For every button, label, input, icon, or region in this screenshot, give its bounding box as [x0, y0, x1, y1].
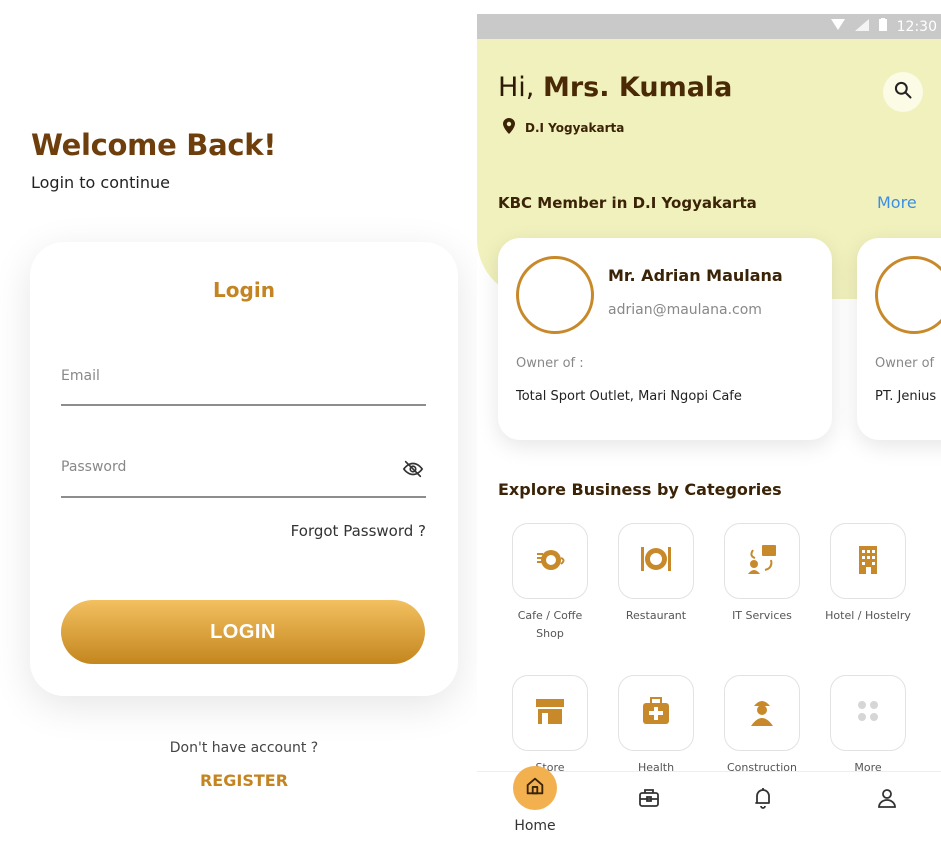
category-label: Restaurant [625, 609, 687, 622]
category-icon-box [512, 675, 588, 751]
category-label: Hotel / Hostelry [825, 609, 911, 622]
welcome-title: Welcome Back! [31, 128, 277, 162]
kbc-more-link[interactable]: More [877, 193, 917, 212]
category-icon-box [830, 523, 906, 599]
member-card[interactable]: Mr. Adrian Maulana adrian@maulana.com Ow… [498, 238, 832, 440]
password-field-underline [61, 496, 426, 498]
category-more[interactable]: More [823, 675, 913, 777]
category-restaurant[interactable]: Restaurant [611, 523, 701, 625]
category-hotel[interactable]: Hotel / Hostelry [823, 523, 913, 625]
owner-label: Owner of [875, 356, 935, 371]
grid-icon [855, 698, 881, 728]
category-store[interactable]: Store [505, 675, 595, 777]
member-name: Mr. Adrian Maulana [608, 266, 783, 285]
location-pin-icon [503, 118, 515, 138]
bottom-nav: Home [477, 766, 941, 841]
eye-off-icon[interactable] [402, 458, 424, 480]
store-icon [533, 694, 567, 732]
wifi-icon [830, 18, 845, 35]
login-button[interactable]: LOGIN [61, 600, 425, 664]
nav-business-button[interactable] [619, 786, 679, 826]
login-card: Login Email Password Forgot Password ? L… [30, 242, 458, 696]
location-row: D.I Yogyakarta [503, 118, 624, 138]
login-card-title: Login [213, 278, 275, 302]
search-button[interactable] [883, 72, 923, 112]
category-label: IT Services [732, 609, 792, 622]
nav-home-button[interactable] [513, 766, 557, 810]
welcome-subtitle: Login to continue [31, 173, 170, 192]
category-cafe[interactable]: Cafe / Coffe Shop [505, 523, 595, 643]
nav-home-label[interactable]: Home [503, 818, 567, 834]
greeting: Hi, Mrs. Kumala [498, 72, 732, 103]
member-email: adrian@maulana.com [608, 302, 762, 318]
home-icon [524, 775, 546, 801]
category-it-services[interactable]: IT Services [717, 523, 807, 625]
email-input[interactable]: Email [61, 368, 100, 384]
bell-icon [751, 786, 775, 814]
category-icon-box [830, 675, 906, 751]
home-screen: 12:30 Hi, Mrs. Kumala D.I Yogyakarta KBC… [477, 14, 941, 841]
avatar [875, 256, 941, 334]
owner-label: Owner of : [516, 356, 584, 371]
greeting-name: Mrs. Kumala [542, 72, 733, 103]
greeting-prefix: Hi, [498, 72, 543, 103]
user-icon [875, 786, 899, 814]
plate-icon [639, 542, 673, 580]
category-icon-box [724, 675, 800, 751]
categories-title: Explore Business by Categories [498, 480, 782, 499]
worker-icon [745, 694, 779, 732]
hotel-icon [851, 542, 885, 580]
password-input[interactable]: Password [61, 459, 126, 475]
category-icon-box [512, 523, 588, 599]
member-card[interactable]: Owner of PT. Jenius [857, 238, 941, 440]
category-health[interactable]: Health [611, 675, 701, 777]
location-text: D.I Yogyakarta [525, 121, 625, 135]
briefcase-icon [637, 786, 661, 814]
medkit-icon [639, 694, 673, 732]
owner-value: Total Sport Outlet, Mari Ngopi Cafe [516, 389, 742, 404]
no-account-text: Don't have account ? [169, 740, 319, 756]
status-time: 12:30 [896, 18, 937, 35]
search-icon [893, 80, 913, 104]
signal-icon [854, 18, 869, 35]
category-icon-box [724, 523, 800, 599]
nav-notification-button[interactable] [733, 786, 793, 826]
coffee-icon [533, 542, 567, 580]
battery-icon [878, 18, 887, 35]
forgot-password-link[interactable]: Forgot Password ? [291, 522, 426, 540]
status-bar: 12:30 [477, 14, 941, 39]
login-screen: Welcome Back! Login to continue Login Em… [0, 0, 470, 841]
email-field-underline [61, 404, 426, 406]
category-icon-box [618, 675, 694, 751]
kbc-section-title: KBC Member in D.I Yogyakarta [498, 194, 757, 212]
category-icon-box [618, 523, 694, 599]
register-link[interactable]: REGISTER [0, 771, 488, 790]
it-icon [745, 542, 779, 580]
avatar [516, 256, 594, 334]
category-label: Cafe / Coffe Shop [517, 609, 583, 640]
category-construction[interactable]: Construction [717, 675, 807, 777]
owner-value: PT. Jenius [875, 389, 937, 404]
nav-profile-button[interactable] [857, 786, 917, 826]
